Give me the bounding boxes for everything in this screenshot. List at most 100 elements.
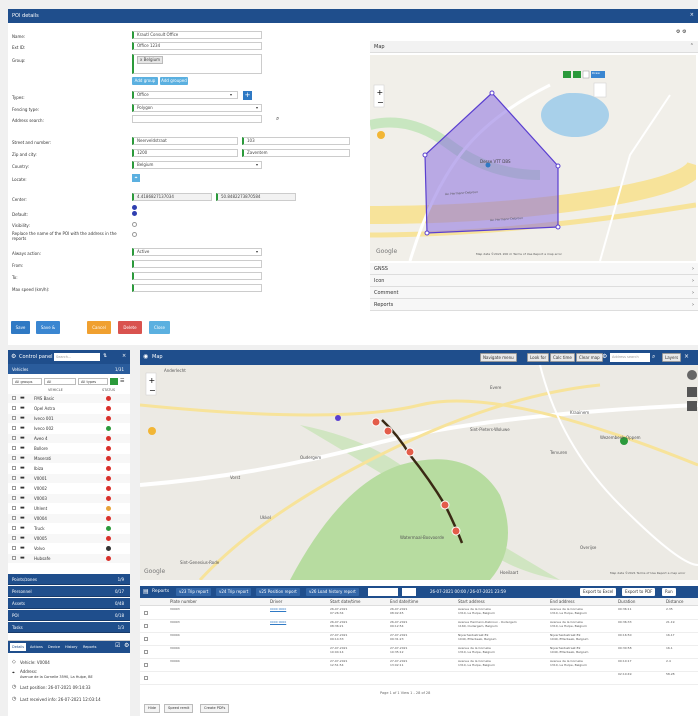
- accordion-icon[interactable]: Icon ›: [370, 275, 698, 287]
- layers-button[interactable]: Layers: [662, 353, 682, 362]
- clear-map-button[interactable]: Clear map: [576, 353, 603, 362]
- col-end-address[interactable]: End address: [550, 598, 575, 606]
- close-button[interactable]: Close: [149, 321, 170, 334]
- row-checkbox[interactable]: [144, 611, 148, 615]
- accordion-gnss[interactable]: GNSS ›: [370, 263, 698, 275]
- list-icon[interactable]: ☰: [120, 378, 124, 384]
- vehicle-row[interactable]: ▬ Bollore: [8, 444, 130, 453]
- vehicle-checkbox[interactable]: [12, 426, 16, 430]
- vehicle-row[interactable]: ▬ Opel Astra: [8, 404, 130, 413]
- tab-device[interactable]: Device: [48, 643, 60, 651]
- vehicles-section-header[interactable]: Vehicles 1/31: [8, 364, 130, 374]
- street-number-field[interactable]: 103: [242, 137, 350, 145]
- tab-reports[interactable]: Reports: [83, 643, 96, 651]
- search-icon[interactable]: ⌕: [652, 353, 655, 361]
- save-close-button[interactable]: Save & close: [36, 321, 60, 343]
- vehicle-checkbox[interactable]: [12, 436, 16, 440]
- vehicle-checkbox[interactable]: [12, 486, 16, 490]
- vehicle-checkbox[interactable]: [12, 396, 16, 400]
- name-field[interactable]: Krautl Consult Office: [132, 31, 262, 39]
- settings-icon[interactable]: ⚙ ⚙: [676, 29, 687, 35]
- table-row[interactable]: V0004 27-07-2021 10:04:14 27-07-2021 10:35…: [140, 646, 698, 659]
- group-filter[interactable]: All groups: [12, 378, 42, 385]
- country-select[interactable]: Belgium: [132, 161, 262, 169]
- gear-icon[interactable]: ⚙: [602, 353, 607, 360]
- group-field[interactable]: x Belgium: [132, 54, 262, 74]
- vehicle-checkbox[interactable]: [12, 406, 16, 410]
- vehicle-row[interactable]: ▬ Truck: [8, 524, 130, 533]
- vehicle-row[interactable]: ▬ V0004: [8, 514, 130, 523]
- poi-map[interactable]: + − Draw Desse VTT DBS Av. Hermann-Debro…: [370, 55, 696, 261]
- vehicle-row[interactable]: ▬ Maserati: [8, 454, 130, 463]
- max-speed-field[interactable]: [132, 284, 262, 292]
- vehicle-row[interactable]: ▬ FMS Basic: [8, 394, 130, 403]
- calc-time-button[interactable]: Calc time: [550, 353, 575, 362]
- section-personnel[interactable]: Personnel 0/17: [8, 586, 130, 597]
- col-driver[interactable]: Driver: [270, 598, 282, 606]
- close-icon[interactable]: ×: [690, 12, 694, 18]
- types-select[interactable]: Office: [132, 91, 238, 99]
- vehicle-checkbox[interactable]: [12, 466, 16, 470]
- vehicle-checkbox[interactable]: [12, 556, 16, 560]
- add-group-button[interactable]: Add group: [132, 77, 158, 85]
- table-row[interactable]: V0004 27-07-2021 09:14:33 27-07-2021 09:31…: [140, 633, 698, 646]
- table-row[interactable]: V0004 27-07-2021 12:51:54 27-07-2021 13:02…: [140, 659, 698, 672]
- vehicle-row[interactable]: ▬ V0003: [8, 494, 130, 503]
- col-start-date[interactable]: Start date/time: [330, 598, 360, 606]
- vehicle-row[interactable]: ▬ V0005: [8, 534, 130, 543]
- sort-icon[interactable]: ⇅: [103, 353, 107, 359]
- date-range[interactable]: 26-07-2021 00:00 / 26-07-2021 23:59: [430, 589, 506, 594]
- group-chip[interactable]: x Belgium: [137, 56, 164, 64]
- delete-button[interactable]: Delete: [118, 321, 142, 334]
- vehicle-checkbox[interactable]: [12, 416, 16, 420]
- visibility-checkbox[interactable]: [132, 222, 137, 227]
- col-end-date[interactable]: End date/time: [390, 598, 418, 606]
- run-button[interactable]: Run: [662, 588, 676, 596]
- default-checkbox[interactable]: [132, 211, 137, 216]
- close-icon[interactable]: ×: [122, 353, 126, 359]
- tab-details[interactable]: Details: [10, 643, 27, 651]
- tab-report-2[interactable]: v24 Trip report: [216, 588, 252, 596]
- col-duration[interactable]: Duration: [618, 598, 635, 606]
- type-filter[interactable]: All types: [78, 378, 108, 385]
- vehicle-checkbox[interactable]: [12, 456, 16, 460]
- vehicle-checkbox[interactable]: [12, 506, 16, 510]
- pager[interactable]: Page 1 of 1 View 1 - 28 of 28: [380, 691, 430, 695]
- check-icon[interactable]: ☑: [115, 642, 120, 649]
- col-start-address[interactable]: Start address: [458, 598, 485, 606]
- center-lat-field[interactable]: 4.4186827137034: [132, 193, 212, 201]
- tab-report-3[interactable]: v25 Position report: [256, 588, 300, 596]
- save-button[interactable]: Save: [11, 321, 30, 334]
- tab-history[interactable]: History: [65, 643, 77, 651]
- fencing-select[interactable]: Polygon: [132, 104, 262, 112]
- vehicle-checkbox[interactable]: [12, 476, 16, 480]
- section-tasks[interactable]: Tasks 1/3: [8, 622, 130, 633]
- vehicle-row[interactable]: ▬ Volvo: [8, 544, 130, 553]
- row-checkbox[interactable]: [144, 676, 148, 680]
- tab-report-1[interactable]: v23 Trip report: [176, 588, 212, 596]
- report-selector[interactable]: [368, 588, 398, 596]
- row-checkbox[interactable]: [144, 637, 148, 641]
- vehicle-checkbox[interactable]: [12, 516, 16, 520]
- add-vehicle-button[interactable]: [110, 378, 118, 385]
- search-icon[interactable]: ⌕: [276, 115, 279, 123]
- look-for-button[interactable]: Look for: [527, 353, 550, 362]
- hide-button[interactable]: Hide: [144, 704, 160, 713]
- center-lng-field[interactable]: 50.8482273870584: [216, 193, 296, 201]
- cell-driver[interactable]: 0000 0000: [270, 607, 286, 612]
- export-excel-button[interactable]: Export to Excel: [580, 588, 617, 596]
- city-field[interactable]: Zaventem: [242, 149, 350, 157]
- vehicle-row[interactable]: ▬ Ibiza: [8, 464, 130, 473]
- vehicle-row[interactable]: ▬ Hubsafe: [8, 554, 130, 563]
- add-all-groups-button[interactable]: Add grouped: [160, 77, 188, 85]
- accordion-comment[interactable]: Comment ›: [370, 287, 698, 299]
- section-points-zones[interactable]: Points/zones 1/9: [8, 574, 130, 585]
- vehicle-checkbox[interactable]: [12, 536, 16, 540]
- vehicle-row[interactable]: ▬ Iveco 001: [8, 414, 130, 423]
- section-poi[interactable]: POI 0/18: [8, 610, 130, 621]
- navigate-menu-button[interactable]: Navigate menu: [480, 353, 517, 362]
- draw-button[interactable]: Draw: [592, 71, 600, 75]
- status-filter[interactable]: All: [44, 378, 76, 385]
- vehicle-row[interactable]: ▬ Aveo 4: [8, 434, 130, 443]
- col-distance[interactable]: Distance: [666, 598, 684, 606]
